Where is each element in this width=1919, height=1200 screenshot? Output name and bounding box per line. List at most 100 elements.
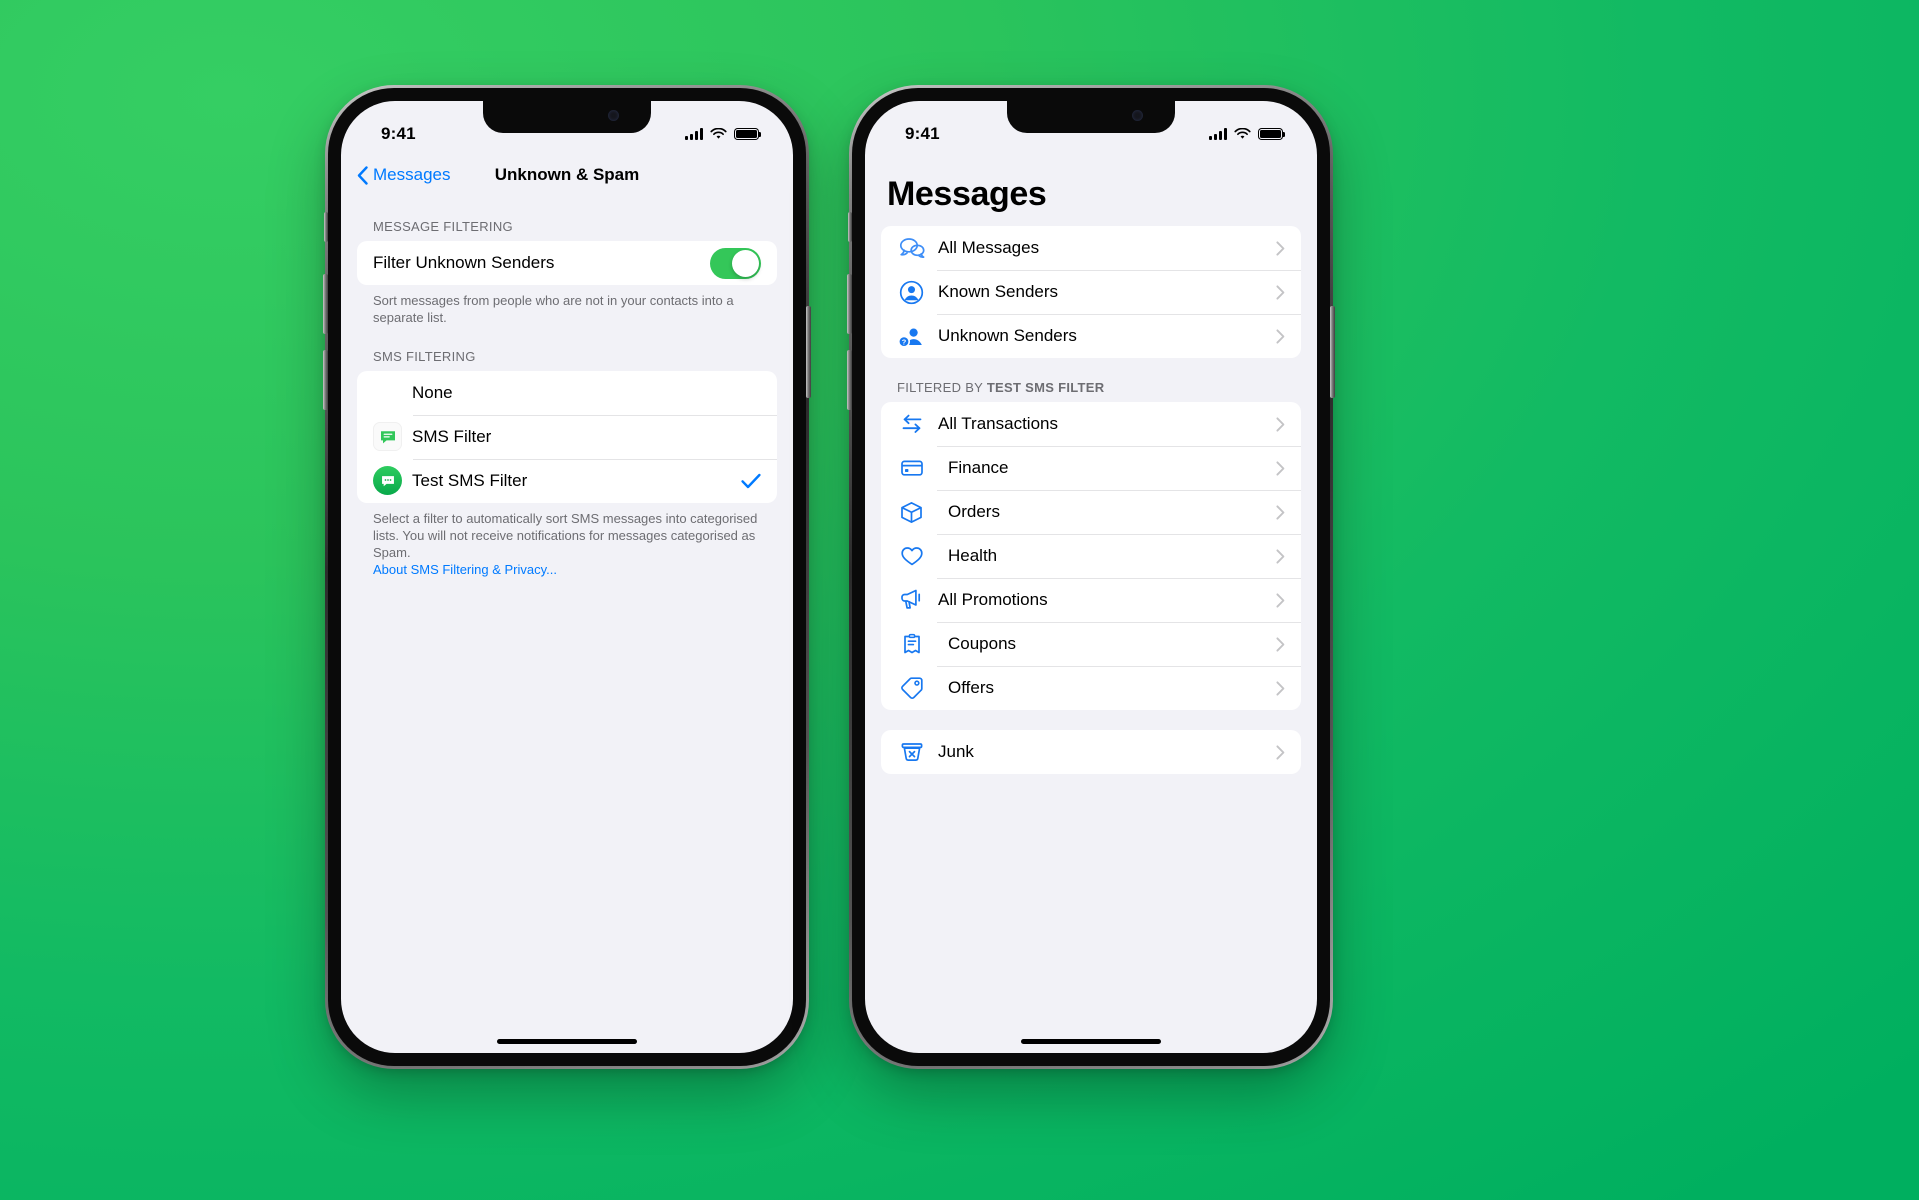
person-circle-icon xyxy=(897,278,926,307)
chevron-left-icon xyxy=(357,165,368,185)
silence-switch[interactable] xyxy=(848,212,852,242)
tag-icon xyxy=(897,674,926,703)
chevron-right-icon xyxy=(1276,504,1285,520)
chevron-right-icon xyxy=(1276,592,1285,608)
row-filter-test-sms-filter[interactable]: Test SMS Filter xyxy=(357,458,777,503)
chevron-right-icon xyxy=(1276,328,1285,344)
row-filter-none[interactable]: None xyxy=(357,371,777,415)
row-label: Filter Unknown Senders xyxy=(373,253,555,272)
megaphone-icon xyxy=(897,586,926,615)
row-label: Orders xyxy=(948,502,1000,521)
battery-icon xyxy=(1258,128,1286,140)
navigation-bar: Messages Unknown & Spam xyxy=(341,153,793,197)
toggle-knob xyxy=(732,249,759,277)
card-filtered-categories: All Transactions Finance Orders Health A… xyxy=(881,402,1301,710)
row-label: Offers xyxy=(948,678,994,697)
chevron-right-icon xyxy=(1276,416,1285,432)
row-offers[interactable]: Offers xyxy=(881,666,1301,710)
status-bar-left: 9:41 xyxy=(341,101,793,153)
chevron-right-icon xyxy=(1276,284,1285,300)
row-label: Test SMS Filter xyxy=(412,470,528,490)
arrows-exchange-icon xyxy=(897,410,926,439)
card-senders: All Messages Known Senders ? Unknown Sen… xyxy=(881,226,1301,358)
status-indicators xyxy=(685,128,762,140)
row-known-senders[interactable]: Known Senders xyxy=(881,270,1301,314)
row-label: Junk xyxy=(938,742,974,761)
person-question-icon: ? xyxy=(897,322,926,351)
status-bar-right: 9:41 xyxy=(865,101,1317,153)
filter-unknown-senders-toggle[interactable] xyxy=(710,247,761,279)
settings-content: MESSAGE FILTERING Filter Unknown Senders… xyxy=(341,197,793,577)
volume-up-button[interactable] xyxy=(847,274,852,334)
sms-filter-app-icon xyxy=(373,422,402,452)
power-button[interactable] xyxy=(1330,306,1335,398)
credit-card-icon xyxy=(897,454,926,483)
card-message-filtering: Filter Unknown Senders xyxy=(357,241,777,285)
row-all-transactions[interactable]: All Transactions xyxy=(881,402,1301,446)
chevron-right-icon xyxy=(1276,636,1285,652)
screen-messages: 9:41 Messages All Messages Known Senders… xyxy=(865,101,1317,1053)
no-icon-placeholder xyxy=(373,378,402,407)
chevron-right-icon xyxy=(1276,744,1285,760)
row-label: All Messages xyxy=(938,238,1040,257)
footer-message-filtering: Sort messages from people who are not in… xyxy=(373,293,734,325)
section-header-filtered-by: FILTERED BY TEST SMS FILTER xyxy=(881,358,1301,402)
chevron-right-icon xyxy=(1276,680,1285,696)
coupon-icon xyxy=(897,630,926,659)
row-finance[interactable]: Finance xyxy=(881,446,1301,490)
footer-sms-filtering: Select a filter to automatically sort SM… xyxy=(373,510,758,560)
messages-list-content: All Messages Known Senders ? Unknown Sen… xyxy=(865,226,1317,774)
row-coupons[interactable]: Coupons xyxy=(881,622,1301,666)
row-label: Finance xyxy=(948,458,1009,477)
row-all-messages[interactable]: All Messages xyxy=(881,226,1301,270)
row-junk[interactable]: Junk xyxy=(881,730,1301,774)
volume-down-button[interactable] xyxy=(847,350,852,410)
test-sms-filter-app-icon xyxy=(373,466,402,496)
chat-bubbles-icon xyxy=(897,234,926,263)
back-button-label: Messages xyxy=(373,165,451,184)
home-indicator[interactable] xyxy=(1021,1039,1161,1044)
row-label: All Promotions xyxy=(938,590,1048,609)
selected-checkmark-icon xyxy=(741,473,761,488)
status-time: 9:41 xyxy=(905,124,940,143)
row-label: SMS Filter xyxy=(412,426,492,446)
row-health[interactable]: Health xyxy=(881,534,1301,578)
row-label: Health xyxy=(948,546,998,565)
card-junk: Junk xyxy=(881,730,1301,774)
filtered-by-prefix: FILTERED BY xyxy=(897,380,987,395)
screen-unknown-and-spam: 9:41 Messages Unknown & Spam MESSAGE FIL… xyxy=(341,101,793,1053)
silence-switch[interactable] xyxy=(324,212,328,242)
row-orders[interactable]: Orders xyxy=(881,490,1301,534)
svg-text:?: ? xyxy=(902,337,907,346)
row-label: Unknown Senders xyxy=(938,326,1077,345)
volume-down-button[interactable] xyxy=(323,350,328,410)
row-all-promotions[interactable]: All Promotions xyxy=(881,578,1301,622)
phone-device-left: 9:41 Messages Unknown & Spam MESSAGE FIL… xyxy=(323,85,811,1069)
wifi-icon xyxy=(710,128,727,139)
section-header-sms-filtering: SMS FILTERING xyxy=(373,348,476,364)
chevron-right-icon xyxy=(1276,460,1285,476)
row-label: All Transactions xyxy=(938,414,1058,433)
row-filter-unknown-senders[interactable]: Filter Unknown Senders xyxy=(357,241,777,285)
row-filter-sms-filter[interactable]: SMS Filter xyxy=(357,414,777,459)
status-indicators xyxy=(1209,128,1286,140)
power-button[interactable] xyxy=(806,306,811,398)
about-sms-filtering-privacy-link[interactable]: About SMS Filtering & Privacy... xyxy=(357,561,777,577)
page-title-messages: Messages xyxy=(887,175,1047,213)
heart-icon xyxy=(897,542,926,571)
cellular-signal-icon xyxy=(685,128,703,140)
section-header-message-filtering: MESSAGE FILTERING xyxy=(373,219,513,234)
card-sms-filtering: None SMS Filter Test SMS Filter xyxy=(357,370,777,503)
box-icon xyxy=(897,498,926,527)
home-indicator[interactable] xyxy=(497,1039,637,1044)
volume-up-button[interactable] xyxy=(323,274,328,334)
row-unknown-senders[interactable]: ? Unknown Senders xyxy=(881,314,1301,358)
row-label: None xyxy=(412,382,453,402)
chevron-right-icon xyxy=(1276,548,1285,564)
filtered-by-filter-name: TEST SMS FILTER xyxy=(986,380,1105,395)
back-button-messages[interactable]: Messages xyxy=(357,165,450,185)
row-label: Coupons xyxy=(948,634,1017,653)
battery-icon xyxy=(734,128,762,140)
trash-x-icon xyxy=(897,738,926,767)
